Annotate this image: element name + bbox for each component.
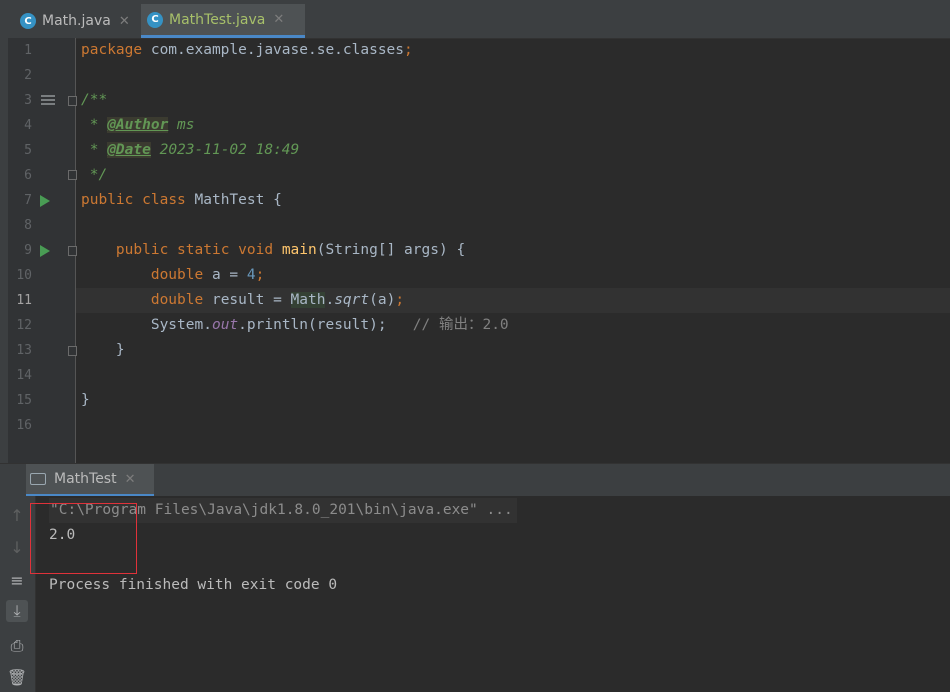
line-number: 13 (16, 343, 32, 358)
structure-icon[interactable] (41, 95, 55, 107)
line-number: 3 (24, 93, 32, 108)
run-tab-label: MathTest (54, 471, 117, 487)
arrow-up-icon[interactable]: ↑ (6, 504, 28, 526)
line-number: 2 (24, 68, 32, 83)
editor-tab-bar: C Math.java ✕ C MathTest.java ✕ (0, 0, 950, 39)
line-number: 16 (16, 418, 32, 433)
code-line-10: double a = 4; (150, 267, 265, 283)
java-class-icon: C (147, 11, 163, 28)
run-tab-mathtest[interactable]: MathTest ✕ (26, 464, 154, 497)
tab-mathtest-java[interactable]: C MathTest.java ✕ (141, 4, 305, 38)
code-line-7: public class MathTest { (81, 192, 282, 208)
fold-icon[interactable] (68, 170, 77, 180)
code-line-11: double result = Math.sqrt(a); (150, 292, 405, 308)
line-number: 7 (24, 193, 32, 208)
tab-math-java[interactable]: C Math.java ✕ (14, 4, 138, 38)
code-line-15: } (81, 392, 90, 408)
code-line-3: /** (81, 92, 108, 108)
code-line-6: */ (81, 167, 108, 183)
line-number: 11 (16, 293, 32, 308)
code-line-13: } (115, 342, 125, 358)
code-line-9: public static void main(String[] args) { (115, 242, 466, 258)
fold-icon[interactable] (68, 246, 77, 256)
console-finish-message: Process finished with exit code 0 (49, 577, 338, 593)
line-number: 1 (24, 43, 32, 58)
run-icon[interactable] (40, 245, 50, 257)
close-icon[interactable]: ✕ (273, 12, 284, 27)
scroll-to-end-icon[interactable]: ⤓ (6, 600, 28, 622)
highlight-annotation-box (30, 503, 137, 574)
console-icon (30, 473, 46, 485)
line-number: 15 (16, 393, 32, 408)
line-number: 6 (24, 168, 32, 183)
tab-label: MathTest.java (169, 11, 266, 28)
code-line-12: System.out.println(result); // 输出：2.0 (150, 317, 509, 333)
left-tool-strip (0, 38, 8, 463)
print-icon[interactable]: ⎙ (6, 635, 28, 657)
fold-icon[interactable] (68, 96, 77, 106)
fold-icon[interactable] (68, 346, 77, 356)
soft-wrap-icon[interactable]: ≡ (6, 569, 28, 591)
line-number: 14 (16, 368, 32, 383)
code-line-4: * @Author ms (81, 117, 195, 133)
run-panel-header: MathTest ✕ (0, 463, 950, 497)
line-number: 10 (16, 268, 32, 283)
trash-icon[interactable]: 🗑 (6, 666, 28, 688)
code-line-5: * @Date 2023-11-02 18:49 (81, 142, 300, 158)
tab-label: Math.java (42, 13, 111, 29)
line-number: 9 (24, 243, 32, 258)
line-number: 8 (24, 218, 32, 233)
arrow-down-icon[interactable]: ↓ (6, 536, 28, 558)
run-icon[interactable] (40, 195, 50, 207)
line-number: 4 (24, 118, 32, 133)
code-line-1: package com.example.javase.se.classes; (81, 42, 413, 58)
line-number: 12 (16, 318, 32, 333)
close-icon[interactable]: ✕ (125, 472, 136, 487)
line-number: 5 (24, 143, 32, 158)
java-class-icon: C (20, 13, 36, 29)
close-icon[interactable]: ✕ (119, 14, 130, 29)
